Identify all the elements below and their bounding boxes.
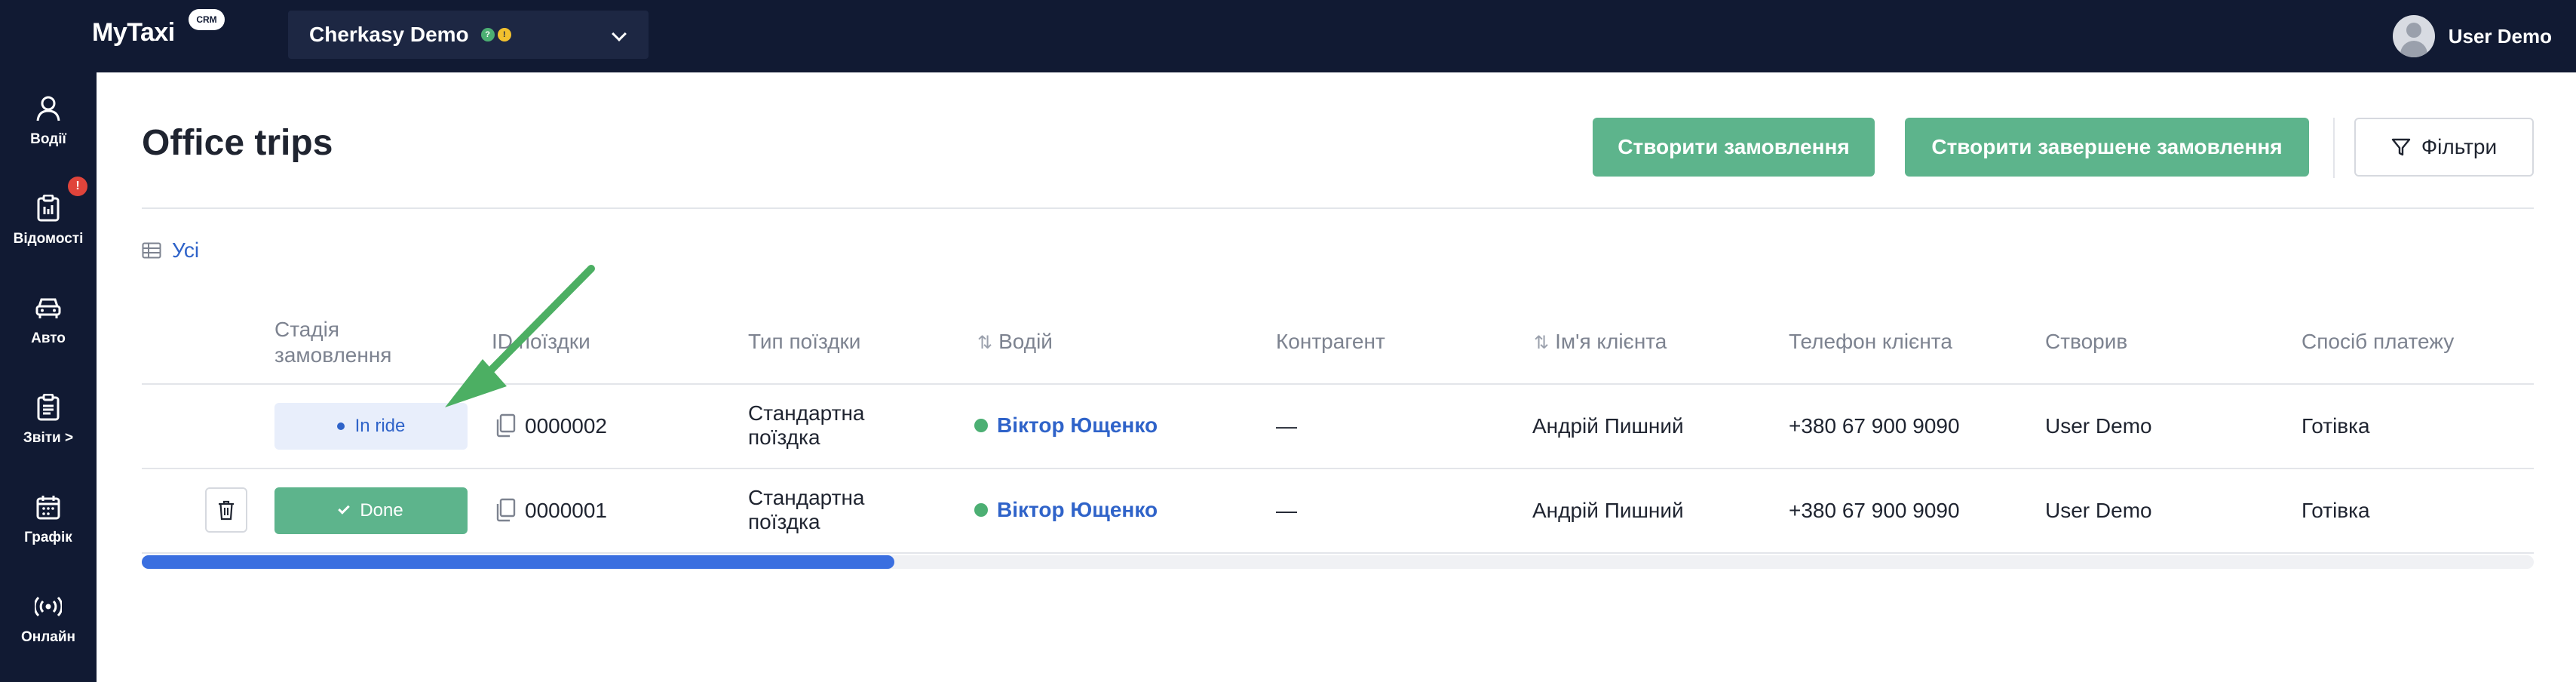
status-label: In ride	[354, 416, 406, 436]
trip-type-line1: Стандартна	[748, 401, 865, 425]
client-name: Андрій Пишний	[1532, 499, 1684, 522]
header-divider	[142, 207, 2534, 209]
top-bar: MyTaxi CRM Cherkasy Demo ? ! User Demo	[0, 0, 2576, 72]
sidebar-item-label: Онлайн	[20, 629, 76, 645]
question-icon: ?	[480, 28, 495, 41]
chevron-down-icon	[612, 26, 627, 41]
counterparty: —	[1276, 414, 1297, 438]
sidebar-item-cars[interactable]: Авто	[0, 272, 97, 355]
table-icon	[142, 242, 161, 259]
counterparty: —	[1276, 499, 1297, 522]
city-select[interactable]: Cherkasy Demo ? !	[288, 11, 649, 59]
client-phone: +380 67 900 9090	[1789, 499, 1960, 522]
trip-type: Стандартна поїздка	[748, 401, 865, 450]
filters-button[interactable]: Фільтри	[2354, 118, 2534, 177]
copy-icon[interactable]	[495, 413, 516, 438]
driver-link[interactable]: Віктор Ющенко	[974, 413, 1158, 438]
car-icon	[35, 294, 62, 321]
created-by: User Demo	[2045, 499, 2152, 522]
online-status-icon	[974, 419, 988, 432]
trip-type-line2: поїздка	[748, 425, 820, 449]
trip-id: 0000002	[525, 414, 608, 438]
column-header-stage[interactable]: Стадія замовлення	[274, 317, 391, 368]
column-header-created-by[interactable]: Створив	[2045, 329, 2127, 355]
sidebar-item-reports[interactable]: Звіти >	[0, 371, 97, 454]
warning-icon: !	[497, 28, 511, 41]
city-select-value: Cherkasy Demo	[309, 23, 469, 46]
copy-icon[interactable]	[495, 498, 516, 522]
column-header-stage-line1: Стадія	[274, 318, 340, 341]
driver-link[interactable]: Віктор Ющенко	[974, 498, 1158, 522]
payment-method: Готівка	[2302, 414, 2370, 438]
toolbar-divider	[2333, 118, 2335, 178]
column-header-client-name-label: Ім'я клієнта	[1555, 330, 1667, 353]
sidebar-item-schedule[interactable]: Графік	[0, 471, 97, 554]
column-header-payment[interactable]: Спосіб платежу	[2302, 329, 2454, 355]
driver-name: Віктор Ющенко	[997, 413, 1158, 437]
view-tab-all[interactable]: Усі	[142, 238, 199, 263]
view-tab-label: Усі	[172, 238, 200, 262]
report-icon	[35, 394, 62, 421]
sidebar-item-drivers[interactable]: Водії	[0, 72, 97, 155]
column-header-driver[interactable]: ⇅ Водій	[977, 329, 1053, 356]
create-order-button[interactable]: Створити замовлення	[1593, 118, 1875, 177]
sidebar-item-label: Графік	[24, 530, 72, 545]
horizontal-scrollbar-thumb[interactable]	[142, 555, 894, 569]
status-label: Done	[360, 500, 403, 521]
payment-method: Готівка	[2302, 499, 2370, 522]
trip-type-line2: поїздка	[748, 510, 820, 533]
trip-type: Стандартна поїздка	[748, 486, 865, 534]
column-header-stage-line2: замовлення	[274, 343, 392, 367]
trip-id: 0000001	[525, 499, 608, 522]
online-status-icon	[974, 503, 988, 517]
sidebar-item-label: Авто	[31, 330, 66, 346]
column-header-counterparty[interactable]: Контрагент	[1276, 329, 1385, 355]
crm-badge: CRM	[189, 9, 225, 30]
status-badge-in-ride[interactable]: In ride	[274, 403, 468, 450]
sort-icon[interactable]: ⇅	[977, 330, 992, 356]
table-divider	[142, 383, 2534, 385]
page-title: Office trips	[142, 123, 333, 163]
column-header-driver-label: Водій	[998, 330, 1053, 353]
user-name: User Demo	[2448, 24, 2552, 48]
table-bottom-divider	[142, 552, 2534, 554]
create-completed-order-button[interactable]: Створити завершене замовлення	[1905, 118, 2309, 177]
app-logo[interactable]: MyTaxi	[92, 18, 175, 48]
alert-badge: !	[68, 177, 87, 196]
trash-icon	[219, 500, 234, 521]
sort-icon[interactable]: ⇅	[1534, 330, 1549, 356]
client-name: Андрій Пишний	[1532, 414, 1684, 438]
column-header-trip-id[interactable]: ID поїздки	[492, 329, 590, 355]
table-row-divider	[142, 468, 2534, 469]
delete-button[interactable]	[205, 487, 247, 533]
driver-icon	[35, 95, 62, 122]
clipboard-icon	[35, 195, 62, 222]
column-header-client-phone[interactable]: Телефон клієнта	[1789, 329, 1952, 355]
client-phone: +380 67 900 9090	[1789, 414, 1960, 438]
status-dot-icon	[336, 422, 345, 430]
check-icon	[338, 502, 351, 515]
broadcast-icon	[35, 593, 62, 620]
sidebar-item-online[interactable]: Онлайн	[0, 570, 97, 653]
created-by: User Demo	[2045, 414, 2152, 438]
column-header-trip-type[interactable]: Тип поїздки	[748, 329, 860, 355]
status-badge-done[interactable]: Done	[274, 487, 468, 534]
trip-type-line1: Стандартна	[748, 486, 865, 509]
sidebar-item-label: Звіти >	[23, 430, 74, 446]
column-header-client-name[interactable]: ⇅ Ім'я клієнта	[1534, 329, 1667, 356]
sidebar: Водії Відомості ! Авто Звіти > Графік Он…	[0, 72, 97, 682]
sidebar-item-label: Відомості	[13, 231, 84, 247]
sidebar-item-label: Водії	[30, 131, 66, 147]
filters-button-label: Фільтри	[2421, 135, 2498, 158]
user-menu[interactable]: User Demo	[2392, 12, 2552, 60]
calendar-icon	[35, 493, 62, 521]
filter-icon	[2391, 138, 2411, 156]
avatar	[2392, 15, 2435, 57]
driver-name: Віктор Ющенко	[997, 498, 1158, 521]
